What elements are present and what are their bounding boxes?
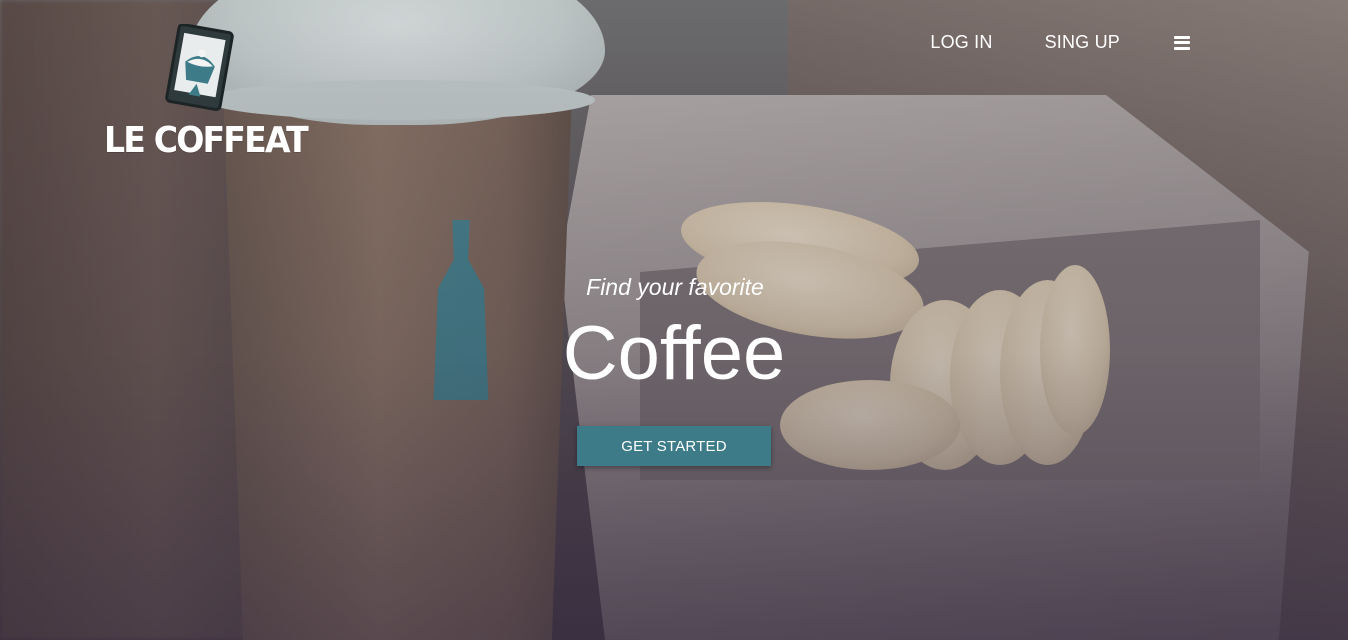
hero-tagline: Find your favorite xyxy=(586,274,764,300)
hero-section: LE COFFEAT LOG IN SING UP Find your favo… xyxy=(0,0,1348,640)
cupcake-tablet-icon xyxy=(165,24,234,112)
get-started-button[interactable]: GET STARTED xyxy=(577,426,771,466)
hero-headline: Coffee xyxy=(562,311,786,396)
top-navigation: LOG IN SING UP xyxy=(878,32,1190,53)
brand-name: LE COFFEAT xyxy=(104,120,309,161)
hamburger-menu-icon[interactable] xyxy=(1174,35,1190,50)
brand-logo[interactable]: LE COFFEAT xyxy=(104,24,309,164)
menu-bar xyxy=(1174,35,1190,39)
signup-link[interactable]: SING UP xyxy=(1045,32,1120,53)
login-link[interactable]: LOG IN xyxy=(930,32,992,53)
menu-bar xyxy=(1174,46,1190,50)
menu-bar xyxy=(1174,41,1190,44)
hero-content: Find your favorite Coffee GET STARTED xyxy=(0,272,1348,466)
